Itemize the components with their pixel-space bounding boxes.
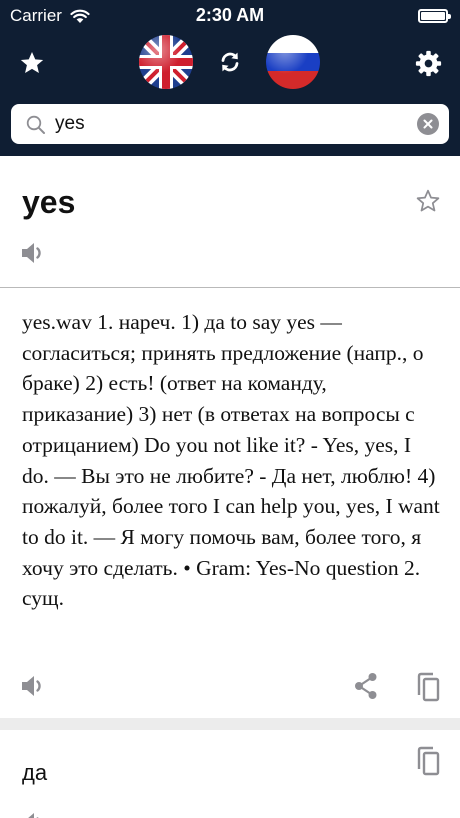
headword-section: yes — [0, 156, 460, 288]
speaker-icon — [28, 813, 39, 818]
star-outline-icon — [416, 189, 440, 212]
source-language-button[interactable] — [139, 35, 193, 89]
star-icon — [20, 51, 44, 73]
uk-flag-icon — [139, 35, 193, 89]
definition-speak-button[interactable] — [20, 673, 46, 699]
clear-search-button[interactable] — [417, 113, 439, 135]
search-bar[interactable] — [11, 104, 449, 144]
speaker-icon — [22, 676, 41, 696]
search-input[interactable] — [55, 110, 405, 138]
definition-text: yes.wav 1. нареч. 1) да to say yes — сог… — [22, 310, 440, 611]
status-bar: Carrier 2:30 AM — [0, 0, 460, 32]
section-separator — [0, 718, 460, 730]
translation-text: да — [22, 760, 48, 785]
add-to-favorites-button[interactable] — [413, 186, 443, 216]
battery-icon — [418, 9, 451, 23]
swap-icon — [221, 52, 239, 72]
translation-speak-button[interactable] — [20, 810, 46, 818]
translation-card: да — [0, 730, 460, 818]
close-icon — [423, 119, 433, 129]
russia-flag-icon — [266, 35, 320, 89]
status-time: 2:30 AM — [195, 5, 265, 25]
speaker-icon — [22, 243, 41, 263]
search-icon — [25, 114, 47, 136]
swap-languages-button[interactable] — [214, 46, 246, 78]
share-icon — [355, 673, 377, 699]
favorites-button[interactable] — [14, 45, 50, 81]
copy-icon — [417, 672, 440, 702]
copy-translation-button[interactable] — [412, 744, 444, 778]
headword-title: yes — [22, 184, 76, 220]
copy-definition-button[interactable] — [412, 670, 444, 704]
pronounce-button[interactable] — [20, 240, 46, 266]
share-button[interactable] — [352, 670, 380, 702]
definition-actions — [0, 668, 460, 708]
settings-button[interactable] — [410, 45, 446, 81]
app-header: Carrier 2:30 AM — [0, 0, 460, 156]
copy-icon — [417, 746, 440, 776]
gear-icon — [415, 50, 441, 76]
target-language-button[interactable] — [266, 35, 320, 89]
section-divider — [0, 287, 460, 288]
